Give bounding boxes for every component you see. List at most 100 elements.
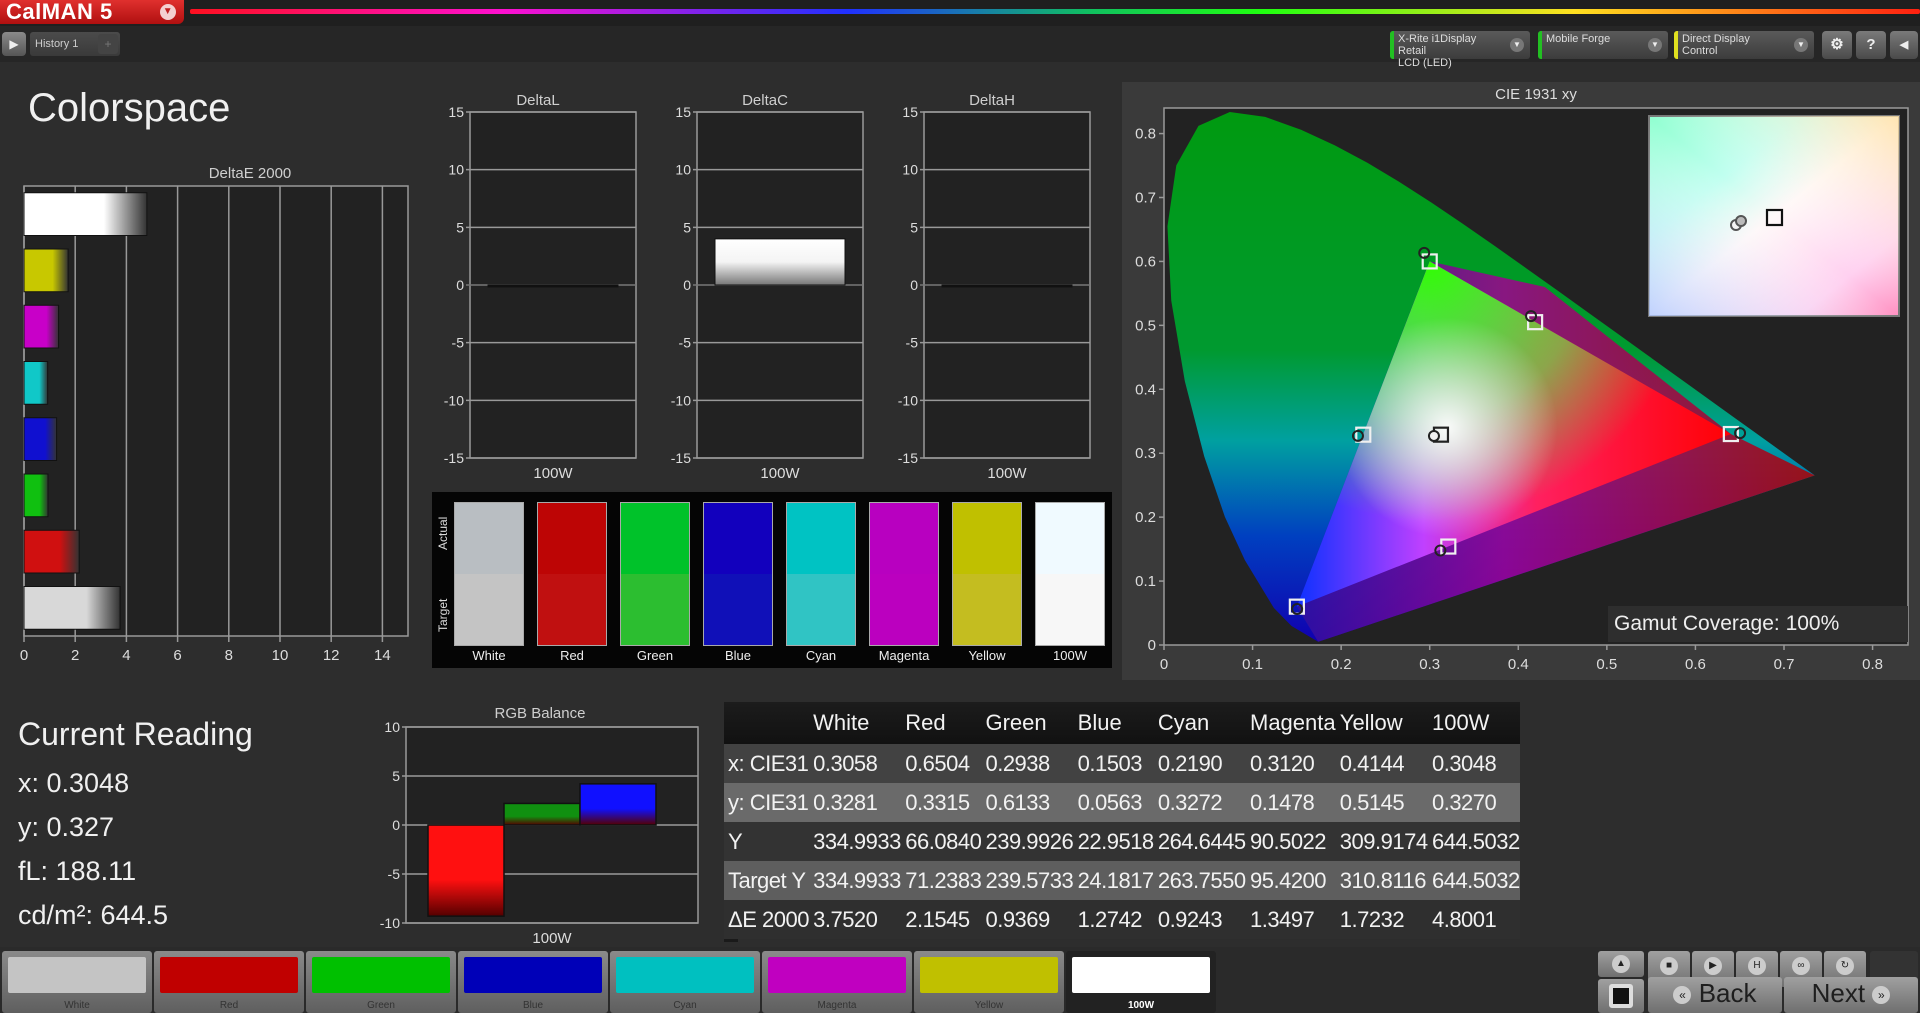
chevron-down-icon[interactable]: ▼: [1510, 38, 1524, 52]
row-label: Y: [724, 822, 810, 861]
refresh-icon: ↻: [1836, 957, 1854, 975]
reading-y: y: 0.327: [18, 812, 115, 842]
y-tick-label: 0.5: [1135, 317, 1156, 334]
next-button[interactable]: Next »: [1784, 977, 1918, 1013]
stop-read-button[interactable]: [1598, 979, 1644, 1013]
app-logo-button[interactable]: CalMAN 5 ▼: [0, 0, 184, 24]
row-label: x: CIE31: [724, 744, 810, 783]
column-header: White: [809, 702, 902, 744]
table-cell: 0.6133: [981, 783, 1074, 822]
table-cell: 0.3281: [809, 783, 902, 822]
status-indicator: [1538, 31, 1542, 59]
y-tick-label: 0: [683, 277, 691, 293]
y-tick-label: 15: [675, 104, 691, 120]
meter-selector[interactable]: X-Rite i1Display Retail LCD (LED) ▼: [1390, 31, 1530, 69]
tab-label: History 1: [35, 38, 79, 50]
collapse-icon[interactable]: ◀: [1890, 31, 1918, 59]
patch-button-blue[interactable]: Blue: [458, 951, 608, 1013]
y-tick-label: 0: [392, 817, 400, 833]
patch-button-white[interactable]: White: [2, 951, 152, 1013]
y-tick-label: 0.4: [1135, 381, 1156, 398]
table-cell: 644.5032: [1427, 861, 1520, 900]
row-label: Target Y: [724, 861, 810, 900]
table-cell: 3.7520: [809, 900, 902, 939]
y-tick-label: -5: [452, 335, 465, 351]
gear-icon[interactable]: ⚙: [1822, 31, 1852, 59]
table-cell: 4.8001: [1427, 900, 1520, 939]
actual-color: [787, 503, 855, 574]
y-tick-label: 15: [902, 104, 918, 120]
target-color: [455, 574, 523, 645]
target-color: [787, 574, 855, 645]
table-cell: 644.5032: [1427, 822, 1520, 861]
x-tick-label: 0.7: [1774, 656, 1795, 673]
patch-button-100w[interactable]: 100W: [1066, 951, 1216, 1013]
display-selector[interactable]: Direct Display Control ▼: [1674, 31, 1814, 59]
source-name: Mobile Forge: [1546, 33, 1611, 45]
bottom-bar: White Red Green Blue Cyan Magenta Yellow 100W ▲…: [0, 947, 1920, 1013]
chevron-down-icon[interactable]: ▼: [1648, 38, 1662, 52]
x-tick-label: 8: [225, 647, 233, 664]
measured-marker-white: [1427, 429, 1440, 442]
x-tick-label: 0.5: [1596, 656, 1617, 673]
column-header: [724, 702, 810, 744]
table-cell: 309.9174: [1335, 822, 1428, 861]
play-icon[interactable]: ▶: [2, 32, 26, 56]
y-tick-label: 0.1: [1135, 573, 1156, 590]
chevron-down-icon[interactable]: ▼: [1794, 38, 1808, 52]
meter-mode: LCD (LED): [1398, 57, 1452, 69]
table-cell: 310.8116: [1335, 861, 1428, 900]
current-reading-title: Current Reading: [18, 716, 253, 752]
add-tab-icon[interactable]: +: [98, 34, 118, 54]
y-tick-label: 10: [448, 162, 464, 178]
source-selector[interactable]: Mobile Forge ▼: [1538, 31, 1668, 59]
patch-button-cyan[interactable]: Cyan: [610, 951, 760, 1013]
patch-color: [8, 957, 146, 993]
x-category-label: 100W: [987, 465, 1027, 482]
patch-color: [1072, 957, 1210, 993]
table-row: y: CIE31 0.3281 0.3315 0.6133 0.0563 0.3272 0.…: [724, 783, 1520, 822]
y-tick-label: -15: [671, 450, 691, 466]
target-color: [1036, 574, 1104, 645]
y-tick-label: -10: [380, 915, 400, 931]
patch-button-green[interactable]: Green: [306, 951, 456, 1013]
back-button[interactable]: « Back: [1648, 977, 1782, 1013]
help-icon[interactable]: ?: [1856, 31, 1886, 59]
x-tick-label: 0.2: [1331, 656, 1352, 673]
table-cell: 1.2742: [1073, 900, 1154, 939]
deltac-chart: 15 10 5 0 -5 -10 -15 100W: [671, 104, 864, 482]
y-tick-label: 0.2: [1135, 509, 1156, 526]
bar-100w: [941, 284, 1073, 288]
patch-button-yellow[interactable]: Yellow: [914, 951, 1064, 1013]
table-cell: 0.0563: [1073, 783, 1154, 822]
y-tick-label: -15: [444, 450, 464, 466]
bar-green: [23, 473, 49, 518]
table-cell: 22.9518: [1073, 822, 1154, 861]
x-tick-label: 12: [323, 647, 340, 664]
x-category-label: 100W: [760, 465, 800, 482]
table-cell: 0.2190: [1153, 744, 1246, 783]
target-color: [704, 574, 772, 645]
bar-cyan: [23, 361, 49, 405]
bar-100w: [487, 284, 619, 288]
patch-label: Blue: [522, 1000, 543, 1011]
patch-color: [160, 957, 298, 993]
row-label: ΔE 2000: [724, 900, 809, 939]
swatch-label: Green: [636, 648, 674, 663]
table-cell: 239.5733: [981, 861, 1074, 900]
hold-icon: H: [1748, 957, 1766, 975]
patch-label: Cyan: [673, 1000, 697, 1011]
chevron-down-icon[interactable]: ▼: [160, 4, 176, 20]
x-tick-label: 10: [272, 647, 289, 664]
swatch-label: White: [472, 648, 506, 663]
table-cell: 71.2383: [901, 861, 982, 900]
tab-history-1[interactable]: History 1 +: [30, 32, 120, 56]
y-tick-label: -10: [444, 392, 464, 408]
eject-button[interactable]: ▲: [1598, 951, 1644, 977]
bar-blue: [23, 417, 58, 461]
patch-button-magenta[interactable]: Magenta: [762, 951, 912, 1013]
x-tick-label: 4: [122, 647, 130, 664]
y-tick-label: 0.7: [1135, 190, 1156, 207]
x-tick-label: 0: [1160, 656, 1168, 673]
patch-button-red[interactable]: Red: [154, 951, 304, 1013]
